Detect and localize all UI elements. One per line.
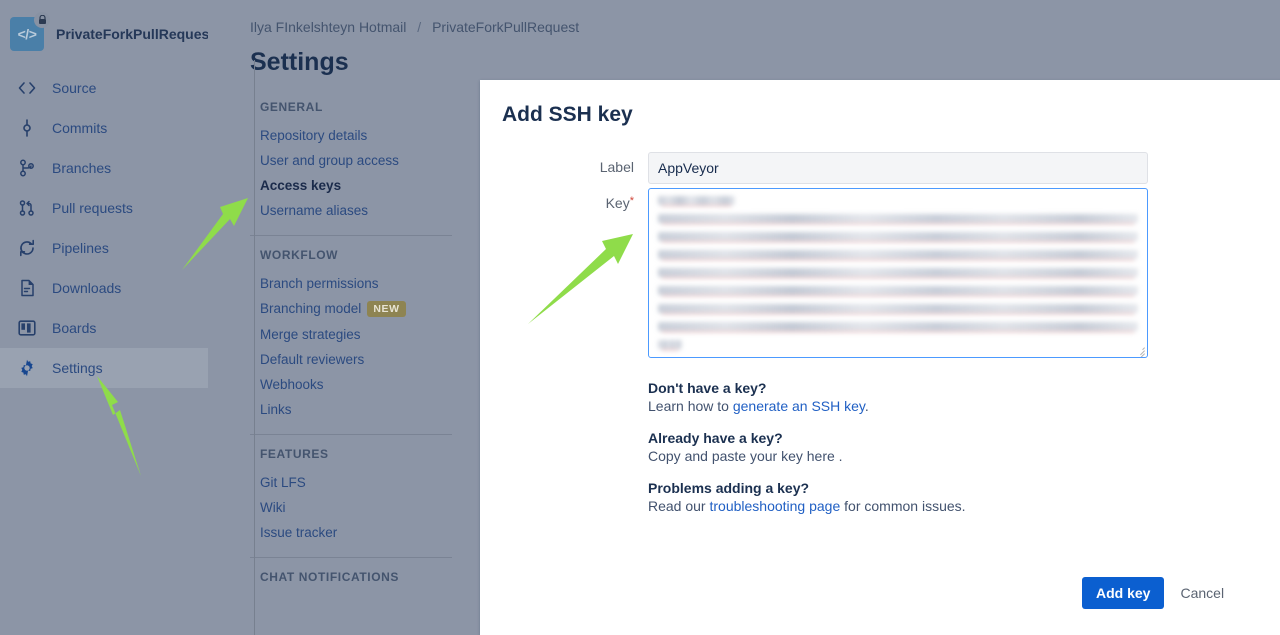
new-badge: NEW (367, 301, 406, 317)
sidebar-item-label: Boards (52, 320, 97, 336)
sidebar-item-boards[interactable]: Boards (0, 308, 208, 348)
redacted-key-line (658, 322, 1138, 331)
help-answer-prefix: Learn how to (648, 398, 733, 414)
app-root: </> PrivateForkPullRequest Source Commit… (0, 0, 1280, 635)
commit-icon (18, 119, 44, 137)
sidebar-item-downloads[interactable]: Downloads (0, 268, 208, 308)
sidebar-item-label: Commits (52, 120, 108, 136)
settings-nav-access-keys[interactable]: Access keys (250, 173, 452, 198)
sidebar-item-source[interactable]: Source (0, 68, 208, 108)
settings-nav-branching-model[interactable]: Branching model NEW (250, 296, 452, 322)
settings-nav-branch-permissions[interactable]: Branch permissions (250, 271, 452, 296)
settings-nav-divider (250, 557, 452, 558)
settings-nav-label: Branching model (260, 301, 362, 316)
sidebar-item-label: Branches (52, 160, 112, 176)
key-textarea[interactable] (648, 188, 1148, 358)
add-ssh-key-dialog: Add SSH key Label Key* Don't have a key? (480, 80, 1280, 635)
redacted-key-line (658, 214, 1138, 223)
redacted-key-line (658, 286, 1138, 295)
pull-request-icon (18, 199, 44, 217)
settings-section-heading: FEATURES (260, 447, 329, 461)
gear-icon (18, 359, 44, 377)
boards-icon (18, 320, 44, 336)
redacted-key-line (658, 250, 1138, 259)
column-divider (254, 60, 255, 635)
help-answer-suffix: for common issues. (840, 498, 966, 514)
sidebar-item-settings[interactable]: Settings (0, 348, 208, 388)
help-answer: Copy and paste your key here . (648, 448, 843, 464)
settings-nav-wiki[interactable]: Wiki (250, 495, 452, 520)
settings-column: Ilya FInkelshteyn Hotmail / PrivateForkP… (208, 0, 579, 635)
settings-nav-divider (250, 235, 452, 236)
settings-section-heading: GENERAL (260, 100, 323, 114)
settings-nav-merge-strategies[interactable]: Merge strategies (250, 322, 452, 347)
sidebar-item-label: Pipelines (52, 240, 109, 256)
settings-nav-default-reviewers[interactable]: Default reviewers (250, 347, 452, 372)
lock-icon (34, 12, 50, 28)
required-marker: * (629, 195, 634, 207)
sidebar-item-pipelines[interactable]: Pipelines (0, 228, 208, 268)
key-field-label: Key* (502, 188, 648, 358)
dialog-title: Add SSH key (502, 103, 633, 126)
help-answer: Read our troubleshooting page for common… (648, 498, 1208, 514)
breadcrumb-repository[interactable]: PrivateForkPullRequest (432, 19, 579, 35)
settings-nav: GENERAL Repository details User and grou… (250, 100, 452, 593)
sidebar-item-label: Settings (52, 360, 103, 376)
cancel-button[interactable]: Cancel (1180, 585, 1224, 601)
repo-nav: Source Commits Branches Pull requests Pi… (0, 68, 208, 388)
key-help-block: Don't have a key? Learn how to generate … (648, 380, 1208, 514)
settings-nav-issue-tracker[interactable]: Issue tracker (250, 520, 452, 545)
help-answer-prefix: Read our (648, 498, 710, 514)
redacted-key-line (658, 196, 735, 205)
help-answer: Learn how to generate an SSH key. (648, 398, 1208, 414)
sidebar-item-label: Pull requests (52, 200, 133, 216)
repo-sidebar: </> PrivateForkPullRequest Source Commit… (0, 0, 214, 635)
help-question: Already have a key? (648, 430, 783, 446)
repo-header[interactable]: </> PrivateForkPullRequest (0, 0, 214, 56)
settings-nav-username-aliases[interactable]: Username aliases (250, 198, 452, 223)
settings-nav-links[interactable]: Links (250, 397, 452, 422)
textarea-resize-handle[interactable] (1134, 344, 1145, 357)
help-question: Don't have a key? (648, 380, 767, 396)
settings-nav-user-and-group-access[interactable]: User and group access (250, 148, 452, 173)
help-question: Problems adding a key? (648, 480, 810, 496)
generate-ssh-key-link[interactable]: generate an SSH key (733, 398, 865, 414)
sidebar-item-commits[interactable]: Commits (0, 108, 208, 148)
breadcrumb: Ilya FInkelshteyn Hotmail / PrivateForkP… (250, 19, 579, 35)
settings-section-heading: WORKFLOW (260, 248, 339, 262)
code-icon (18, 81, 44, 95)
breadcrumb-workspace[interactable]: Ilya FInkelshteyn Hotmail (250, 19, 406, 35)
settings-nav-divider (250, 434, 452, 435)
branches-icon (18, 159, 44, 177)
pipelines-icon (18, 239, 44, 257)
code-brackets-icon: </> (17, 26, 37, 42)
sidebar-item-label: Source (52, 80, 97, 96)
settings-nav-repository-details[interactable]: Repository details (250, 123, 452, 148)
troubleshooting-page-link[interactable]: troubleshooting page (709, 498, 840, 514)
settings-nav-git-lfs[interactable]: Git LFS (250, 470, 452, 495)
downloads-icon (18, 279, 44, 297)
sidebar-item-pull-requests[interactable]: Pull requests (0, 188, 208, 228)
key-field-row: Key* (502, 188, 1148, 358)
redacted-key-line (658, 304, 1138, 313)
label-field-row: Label (502, 152, 1148, 184)
settings-section-heading: CHAT NOTIFICATIONS (260, 570, 400, 584)
redacted-key-line (658, 268, 1138, 277)
settings-nav-webhooks[interactable]: Webhooks (250, 372, 452, 397)
add-key-button[interactable]: Add key (1082, 577, 1165, 609)
redacted-key-line (658, 340, 682, 349)
redacted-key-line (658, 232, 1138, 241)
sidebar-item-label: Downloads (52, 280, 122, 296)
repo-avatar: </> (10, 12, 50, 51)
sidebar-item-branches[interactable]: Branches (0, 148, 208, 188)
dialog-actions: Add key Cancel (1082, 577, 1224, 609)
breadcrumb-separator: / (417, 19, 422, 35)
label-input[interactable] (648, 152, 1148, 184)
key-label-text: Key (605, 195, 630, 211)
page-title: Settings (250, 48, 349, 76)
help-answer-suffix: . (864, 398, 869, 414)
repo-name: PrivateForkPullRequest (56, 26, 214, 42)
label-field-label: Label (599, 159, 634, 175)
